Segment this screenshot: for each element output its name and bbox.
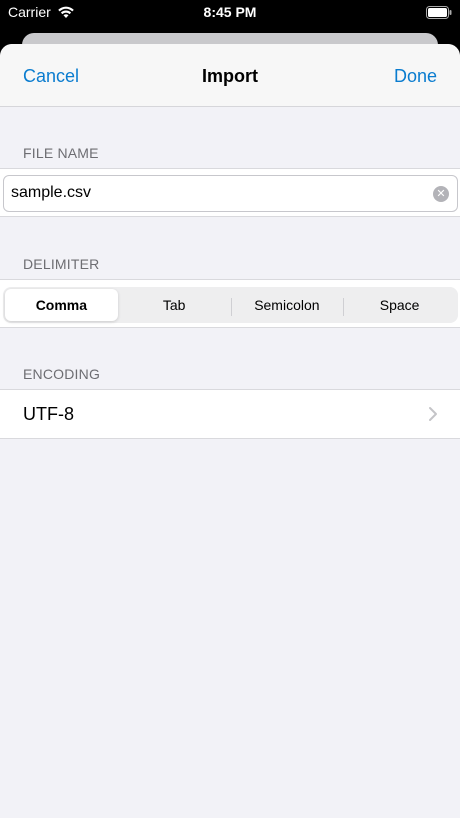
file-name-header: FILE NAME (23, 145, 99, 161)
page-title: Import (202, 66, 258, 86)
delimiter-header: DELIMITER (23, 256, 100, 272)
navigation-bar: Cancel Import Done (0, 44, 460, 107)
segment-space[interactable]: Space (343, 289, 456, 321)
encoding-row[interactable]: UTF-8 (0, 389, 460, 439)
import-sheet: Cancel Import Done FILE NAME ✕ DELIMITER… (0, 44, 460, 818)
status-bar: Carrier 8:45 PM (0, 0, 460, 26)
chevron-right-icon (429, 407, 437, 421)
delimiter-segmented-control: Comma Tab Semicolon Space (3, 287, 458, 323)
file-name-input[interactable] (11, 184, 421, 202)
file-name-group: ✕ (0, 168, 460, 217)
clear-icon[interactable]: ✕ (433, 186, 449, 202)
battery-icon (426, 6, 452, 19)
status-time: 8:45 PM (203, 4, 257, 20)
encoding-header: ENCODING (23, 366, 101, 382)
file-name-field: ✕ (3, 175, 458, 212)
segment-semicolon[interactable]: Semicolon (230, 289, 344, 321)
encoding-value: UTF-8 (23, 404, 74, 424)
delimiter-group: Comma Tab Semicolon Space (0, 279, 460, 328)
segment-tab[interactable]: Tab (118, 289, 231, 321)
done-button[interactable]: Done (394, 66, 437, 87)
segment-comma[interactable]: Comma (5, 289, 118, 321)
